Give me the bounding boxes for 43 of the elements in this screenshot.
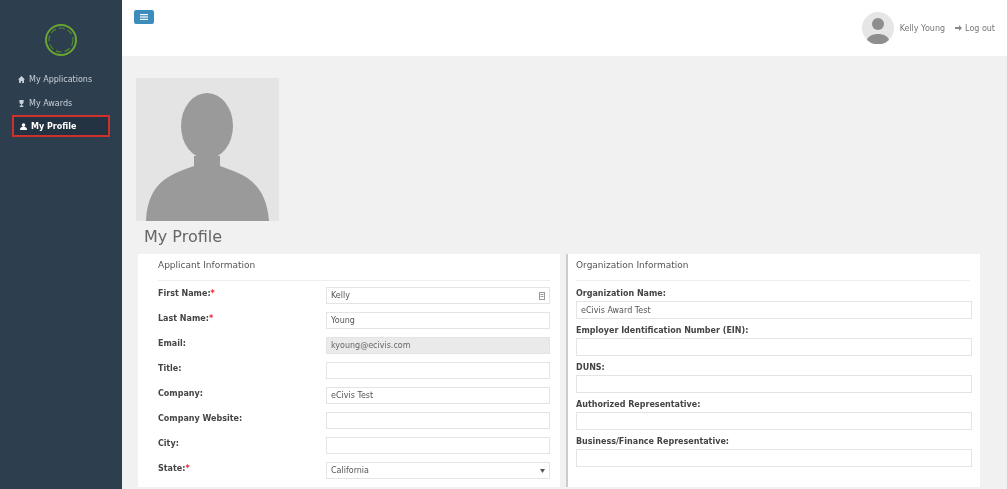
caret-icon xyxy=(540,468,545,473)
page-title: My Profile xyxy=(144,227,224,246)
menu-button[interactable] xyxy=(134,10,154,24)
select-field[interactable]: California xyxy=(326,462,550,479)
input-field[interactable] xyxy=(576,375,972,393)
logout-link[interactable]: Log out xyxy=(955,23,995,33)
input-field[interactable]: eCivis Test xyxy=(326,387,550,404)
sidebar-item[interactable]: My Awards xyxy=(0,91,122,115)
input-field[interactable]: Young xyxy=(326,312,550,329)
menu-icon xyxy=(140,14,148,20)
section-title: Organization Information xyxy=(576,260,970,281)
field-label: Company: xyxy=(158,388,203,398)
sign-out-icon xyxy=(955,25,963,31)
field-label: Employer Identification Number (EIN): xyxy=(576,325,750,335)
input-field[interactable] xyxy=(326,362,550,379)
field-label: First Name:* xyxy=(158,288,215,298)
avatar-silhouette-icon xyxy=(861,12,894,44)
trophy-icon xyxy=(18,99,25,107)
ring-logo-icon xyxy=(42,21,80,59)
contact-card-icon xyxy=(539,291,545,300)
field-label: Company Website: xyxy=(158,413,243,423)
user-icon xyxy=(20,122,27,130)
field-label: Business/Finance Representative: xyxy=(576,436,730,446)
input-field[interactable] xyxy=(326,412,550,429)
user-name: Kelly Young xyxy=(899,23,946,33)
field-label: Email: xyxy=(158,338,186,348)
field-label: City: xyxy=(158,438,179,448)
home-icon xyxy=(18,75,25,83)
input-field[interactable] xyxy=(576,338,972,356)
section-title: Applicant Information xyxy=(158,260,550,281)
input-field[interactable] xyxy=(576,412,972,430)
sidebar-item[interactable]: My Profile xyxy=(12,115,110,137)
input-field[interactable] xyxy=(576,449,972,467)
field-label: DUNS: xyxy=(576,362,606,372)
field-label: Authorized Representative: xyxy=(576,399,702,409)
field-label: Organization Name: xyxy=(576,288,667,298)
field-label: State:* xyxy=(158,463,190,473)
field-label: Title: xyxy=(158,363,182,373)
input-field[interactable]: eCivis Award Test xyxy=(576,301,972,319)
input-field[interactable] xyxy=(326,437,550,454)
field-label: Last Name:* xyxy=(158,313,214,323)
sidebar-item[interactable]: My Applications xyxy=(0,67,122,91)
input-field[interactable]: Kelly xyxy=(326,287,550,304)
